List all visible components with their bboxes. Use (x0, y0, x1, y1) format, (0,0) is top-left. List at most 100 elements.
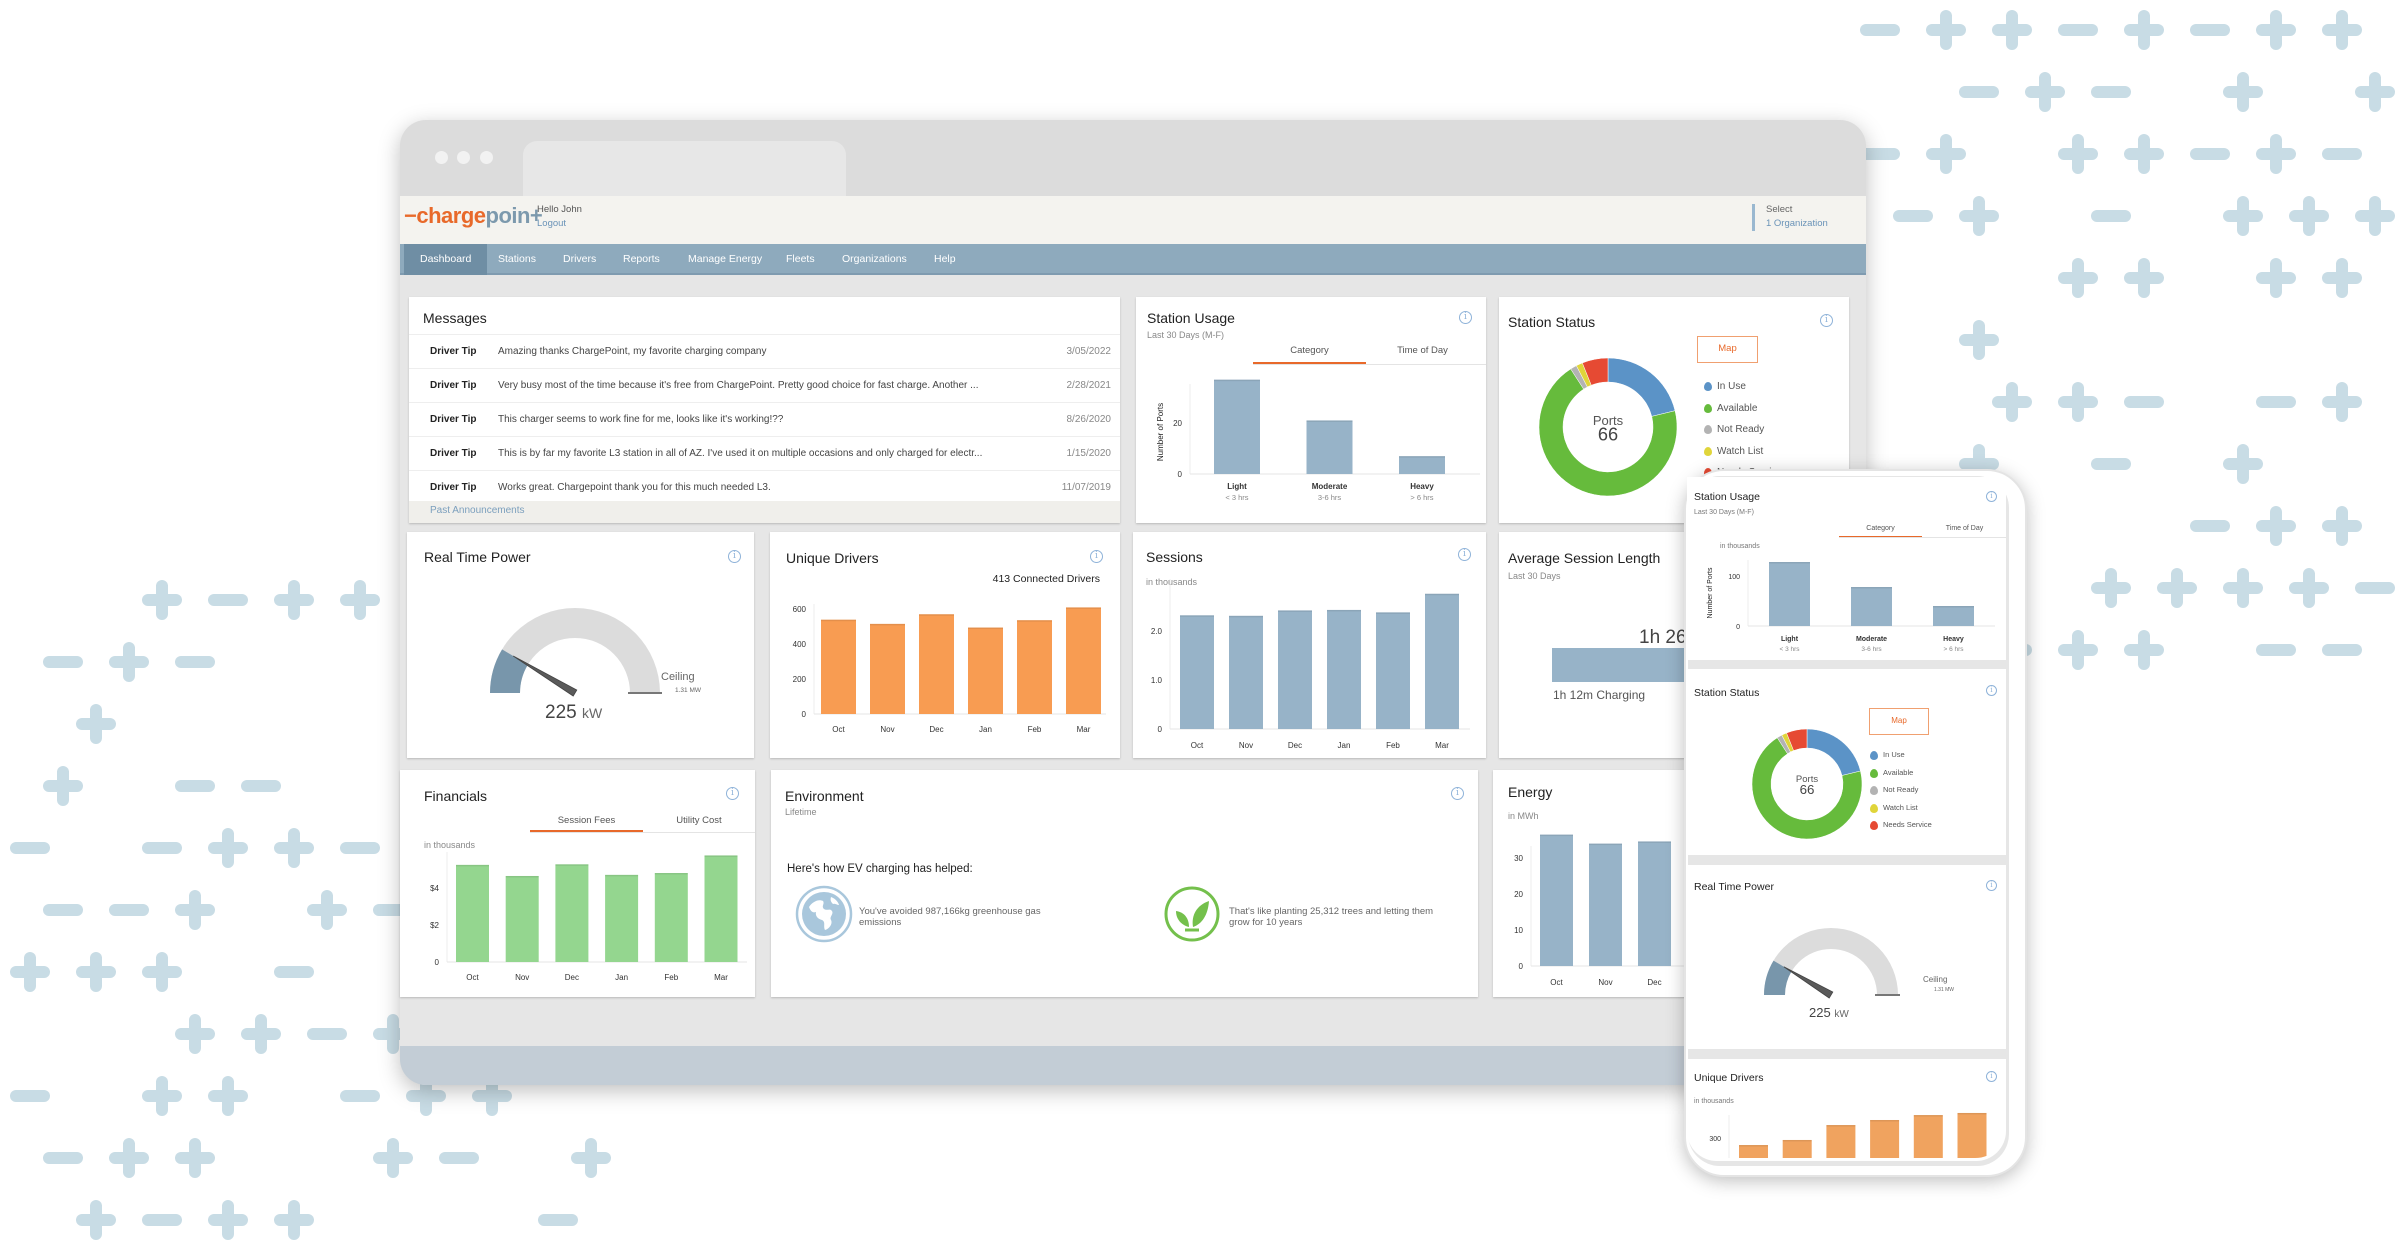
info-icon[interactable]: i (1986, 685, 1997, 696)
plus-sign-icon (2355, 196, 2395, 236)
legend-marker-icon (1870, 768, 1878, 778)
plus-sign-icon (1959, 196, 1999, 236)
plus-sign-icon (1992, 10, 2032, 50)
legend-marker-icon (1870, 751, 1878, 760)
tab-category[interactable]: Category (1253, 345, 1366, 364)
minus-sign-icon (340, 842, 380, 854)
plus-sign-icon (109, 642, 149, 682)
tab-divider (1839, 537, 2006, 538)
power-value: 225 kW (1809, 1005, 1849, 1020)
minus-sign-icon (175, 780, 215, 792)
tab-category[interactable]: Category (1839, 525, 1922, 537)
plus-sign-icon (2256, 506, 2296, 546)
plus-sign-icon (76, 952, 116, 992)
minus-sign-icon (2091, 458, 2131, 470)
unit-note: in MWh (1508, 811, 1539, 821)
info-icon[interactable]: i (1820, 314, 1833, 327)
tab-divider (530, 832, 755, 833)
nav-fleets[interactable]: Fleets (786, 244, 815, 275)
logout-link[interactable]: Logout (537, 218, 566, 229)
main-nav: Dashboard Stations Drivers Reports Manag… (400, 244, 1866, 275)
nav-dashboard[interactable]: Dashboard (404, 244, 488, 275)
card-title: Real Time Power (1694, 881, 1774, 893)
past-announcements-link[interactable]: Past Announcements (430, 505, 525, 516)
plus-sign-icon (2256, 10, 2296, 50)
info-icon[interactable]: i (1986, 491, 1997, 502)
legend-item: Needs Service (1883, 820, 1932, 829)
info-icon[interactable]: i (1459, 311, 1472, 324)
unit-note: in thousands (1146, 577, 1198, 587)
browser-tab[interactable] (523, 141, 846, 201)
minus-sign-icon (2190, 520, 2230, 532)
card-title: Energy (1508, 784, 1553, 800)
message-type: Driver Tip (430, 346, 477, 357)
plus-sign-icon (1926, 134, 1966, 174)
info-icon[interactable]: i (1986, 880, 1997, 891)
card-title: Average Session Length (1508, 550, 1661, 566)
nav-help[interactable]: Help (934, 244, 956, 275)
browser-bottom-bar (400, 1046, 1866, 1085)
info-icon[interactable]: i (1986, 1071, 1997, 1082)
station-usage-card: Station Usage Last 30 Days (M-F) i Categ… (1136, 297, 1486, 523)
tab-time-of-day[interactable]: Time of Day (1923, 525, 2006, 532)
card-title: Real Time Power (424, 549, 531, 565)
minus-sign-icon (1893, 210, 1933, 222)
chargepoint-logo[interactable]: −chargepoin+ (404, 203, 543, 229)
message-row[interactable]: Driver Tip This charger seems to work fin… (409, 402, 1120, 436)
message-text: This charger seems to work fine for me, … (498, 414, 784, 425)
message-row[interactable]: Driver Tip Amazing thanks ChargePoint, my… (409, 334, 1120, 368)
info-icon[interactable]: i (1458, 548, 1471, 561)
plus-sign-icon (208, 1076, 248, 1116)
unit-note: in thousands (424, 840, 476, 850)
nav-drivers[interactable]: Drivers (563, 244, 596, 275)
legend-item: Not Ready (1883, 785, 1919, 794)
power-value: 225 kW (545, 702, 603, 723)
message-text: Works great. Chargepoint thank you for t… (498, 482, 771, 493)
nav-organizations[interactable]: Organizations (842, 244, 907, 275)
minus-sign-icon (208, 594, 248, 606)
past-announcements-bar: Past Announcements (409, 501, 1120, 523)
minus-sign-icon (2091, 210, 2131, 222)
minus-sign-icon (307, 1028, 347, 1040)
tab-utility-cost[interactable]: Utility Cost (643, 815, 755, 826)
info-icon[interactable]: i (728, 550, 741, 563)
greeting: Hello John (537, 204, 582, 215)
nav-manage-energy[interactable]: Manage Energy (688, 244, 762, 275)
message-row[interactable]: Driver Tip Very busy most of the time bec… (409, 368, 1120, 402)
nav-stations[interactable]: Stations (498, 244, 536, 275)
plus-sign-icon (2256, 258, 2296, 298)
info-icon[interactable]: i (1090, 550, 1103, 563)
plus-sign-icon (2355, 72, 2395, 112)
plus-sign-icon (142, 952, 182, 992)
tab-time-of-day[interactable]: Time of Day (1366, 345, 1479, 356)
environment-emissions-text: You've avoided 987,166kg greenhouse gas … (859, 906, 1041, 928)
card-title: Environment (785, 788, 864, 804)
plus-sign-icon (571, 1138, 611, 1178)
info-icon[interactable]: i (726, 787, 739, 800)
messages-card: Messages Driver Tip Amazing thanks Charge… (409, 297, 1120, 523)
legend-item: Available (1883, 767, 1914, 777)
minus-sign-icon (109, 904, 149, 916)
minus-sign-icon (1860, 148, 1900, 160)
map-button[interactable]: Map (1697, 336, 1758, 363)
nav-reports[interactable]: Reports (623, 244, 660, 275)
minus-sign-icon (2091, 86, 2131, 98)
message-text: Amazing thanks ChargePoint, my favorite … (498, 346, 767, 357)
info-icon[interactable]: i (1451, 787, 1464, 800)
legend-item: In Use (1883, 750, 1905, 759)
tab-session-fees[interactable]: Session Fees (530, 815, 643, 832)
message-row[interactable]: Driver Tip This is by far my favorite L3 … (409, 436, 1120, 470)
organization-selector[interactable]: 1 Organization (1766, 218, 1828, 229)
minus-sign-icon (2322, 148, 2362, 160)
card-title: Unique Drivers (786, 550, 879, 566)
plus-sign-icon (208, 828, 248, 868)
plus-sign-icon (2322, 10, 2362, 50)
minus-sign-icon (1959, 86, 1999, 98)
map-button[interactable]: Map (1869, 708, 1929, 735)
minus-sign-icon (175, 656, 215, 668)
message-row[interactable]: Driver Tip Works great. Chargepoint thank… (409, 470, 1120, 504)
plus-sign-icon (76, 704, 116, 744)
legend-marker-icon (1704, 425, 1712, 434)
minus-sign-icon (2256, 644, 2296, 656)
plus-sign-icon (175, 1014, 215, 1054)
